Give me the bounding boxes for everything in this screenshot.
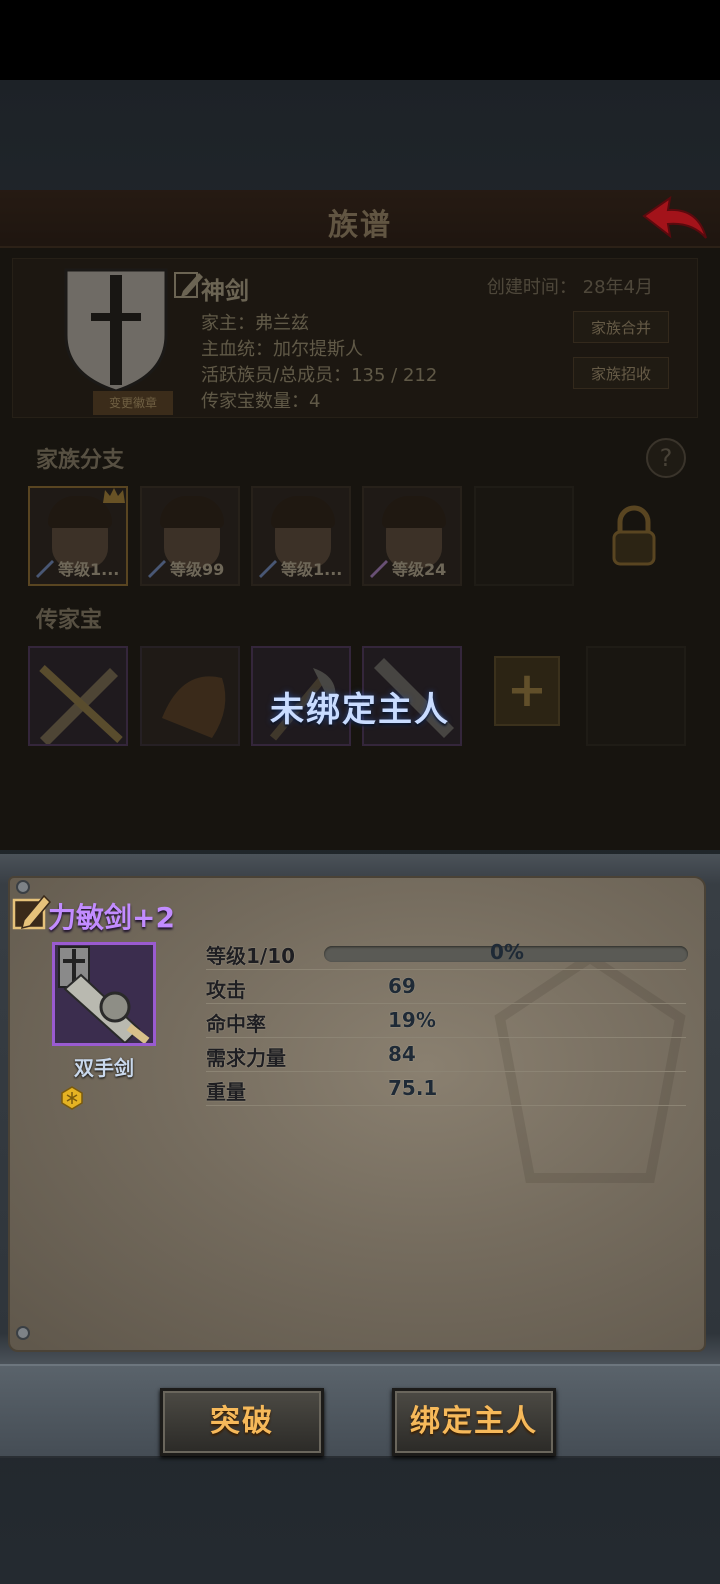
branch-member[interactable]: 等级24 xyxy=(362,486,462,586)
family-title: 族谱 xyxy=(328,208,392,243)
stat-row-level: 等级1/10 0% xyxy=(206,936,688,970)
member-level: 等级99 xyxy=(170,560,225,579)
back-arrow-icon[interactable] xyxy=(640,194,710,244)
heirlooms-title: 传家宝 xyxy=(36,608,103,633)
family-info-box: 变更徽章 神剑 创建时间： 28年4月 家主：弗兰兹 主血统：加尔提斯人 活跃族… xyxy=(12,258,698,418)
help-icon[interactable]: ? xyxy=(646,438,686,478)
family-recruit-button[interactable]: 家族招收 xyxy=(573,357,669,389)
family-panel: 族谱 变更徽章 神剑 创建时间： 28年4月 家主：弗兰兹 主血统：加尔提斯人 … xyxy=(0,190,720,850)
stat-label: 命中率 xyxy=(206,1012,266,1036)
member-level: 等级1... xyxy=(281,560,343,579)
bloodline-line: 主血统：加尔提斯人 xyxy=(201,339,363,360)
sword-icon xyxy=(36,560,54,578)
portrait-hair xyxy=(271,496,335,528)
stat-row-hit-rate: 命中率 19% xyxy=(206,1004,686,1038)
sword-icon xyxy=(148,560,166,578)
family-name: 神剑 xyxy=(201,277,249,305)
unbound-owner-text: 未绑定主人 xyxy=(270,690,450,730)
bind-owner-button[interactable]: 绑定主人 xyxy=(392,1388,556,1456)
stat-value: 84 xyxy=(388,1042,416,1066)
stat-row-weight: 重量 75.1 xyxy=(206,1072,686,1106)
portrait-hair xyxy=(160,496,224,528)
heirloom-count-line: 传家宝数量：4 xyxy=(201,391,321,412)
stat-value: 19% xyxy=(388,1008,436,1032)
status-bar xyxy=(0,0,720,80)
family-header: 族谱 xyxy=(0,190,720,248)
member-level: 等级1... xyxy=(58,560,120,579)
crown-icon xyxy=(103,488,125,503)
stat-value: 75.1 xyxy=(388,1076,438,1100)
action-bar xyxy=(0,1364,720,1458)
item-type: 双手剑 xyxy=(74,1056,134,1080)
edit-icon[interactable] xyxy=(12,892,52,932)
stat-row-strength-req: 需求力量 84 xyxy=(206,1038,686,1072)
two-handed-sword-icon xyxy=(58,946,150,1043)
branches-title: 家族分支 xyxy=(36,448,125,473)
branch-member[interactable]: 等级99 xyxy=(140,486,240,586)
stat-label: 重量 xyxy=(206,1080,246,1104)
empty-branch-slot[interactable] xyxy=(474,486,574,586)
item-icon-frame[interactable] xyxy=(52,942,156,1046)
stat-row-attack: 攻击 69 xyxy=(206,970,686,1004)
member-level: 等级24 xyxy=(392,560,447,579)
sword-icon xyxy=(259,560,277,578)
rivet xyxy=(16,1326,30,1340)
stat-label: 攻击 xyxy=(206,978,246,1002)
gem-icon xyxy=(61,1086,83,1110)
change-crest-button[interactable]: 变更徽章 xyxy=(93,391,173,415)
family-merge-button[interactable]: 家族合并 xyxy=(573,311,669,343)
staff-icon xyxy=(370,560,388,578)
breakthrough-button[interactable]: 突破 xyxy=(160,1388,324,1456)
crest-icon[interactable] xyxy=(61,265,171,395)
level-progress-value: 0% xyxy=(490,940,524,964)
stat-label: 需求力量 xyxy=(206,1046,286,1070)
created-time: 创建时间： 28年4月 xyxy=(486,277,653,298)
members-line: 活跃族员/总成员：135 / 212 xyxy=(201,365,438,386)
item-name: 力敏剑+2 xyxy=(48,901,175,934)
level-label: 等级1/10 xyxy=(206,944,296,968)
stat-value: 69 xyxy=(388,974,416,998)
lock-icon[interactable] xyxy=(610,504,658,568)
branch-member[interactable]: 等级1... xyxy=(251,486,351,586)
leader-line: 家主：弗兰兹 xyxy=(201,313,309,334)
portrait-hair xyxy=(382,496,446,528)
